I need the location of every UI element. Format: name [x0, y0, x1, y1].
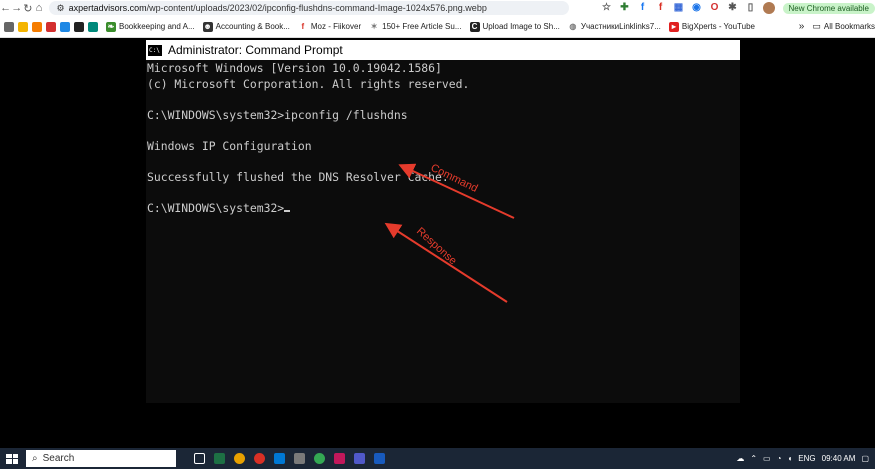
chrome-active-icon[interactable]	[314, 453, 325, 464]
word-icon[interactable]	[374, 453, 385, 464]
chrome-profile-icon[interactable]	[254, 453, 265, 464]
windows-start-icon[interactable]	[4, 452, 20, 466]
notification-icon[interactable]: ▢	[861, 454, 869, 463]
clock[interactable]: 09:40 AM	[822, 454, 856, 463]
store-icon[interactable]	[294, 453, 305, 464]
taskbar-search[interactable]: ⌕ Search	[26, 450, 176, 467]
system-tray: ☁ ⌃ ▭ ◔ ◖ ENG 09:40 AM ▢	[736, 454, 875, 463]
task-view-icon[interactable]	[194, 453, 205, 464]
battery-icon[interactable]: ▭	[763, 454, 771, 463]
volume-icon[interactable]: ◖	[787, 454, 792, 463]
wifi-icon[interactable]: ◔	[777, 454, 782, 463]
search-placeholder: Search	[42, 453, 75, 464]
taskbar-apps	[194, 453, 385, 464]
annotation-layer: Command Response	[384, 162, 515, 303]
teams-icon[interactable]	[354, 453, 365, 464]
cloud-icon[interactable]: ☁	[736, 454, 744, 463]
language-indicator[interactable]: ENG	[798, 454, 815, 463]
chrome-icon[interactable]	[234, 453, 245, 464]
chevron-up-icon[interactable]: ⌃	[750, 454, 757, 463]
mail-icon[interactable]	[274, 453, 285, 464]
search-icon: ⌕	[32, 453, 38, 464]
taskbar: ⌕ Search ☁ ⌃ ▭ ◔ ◖ ENG 09:40 AM ▢	[0, 448, 875, 469]
excel-icon[interactable]	[214, 453, 225, 464]
snip-icon[interactable]	[334, 453, 345, 464]
